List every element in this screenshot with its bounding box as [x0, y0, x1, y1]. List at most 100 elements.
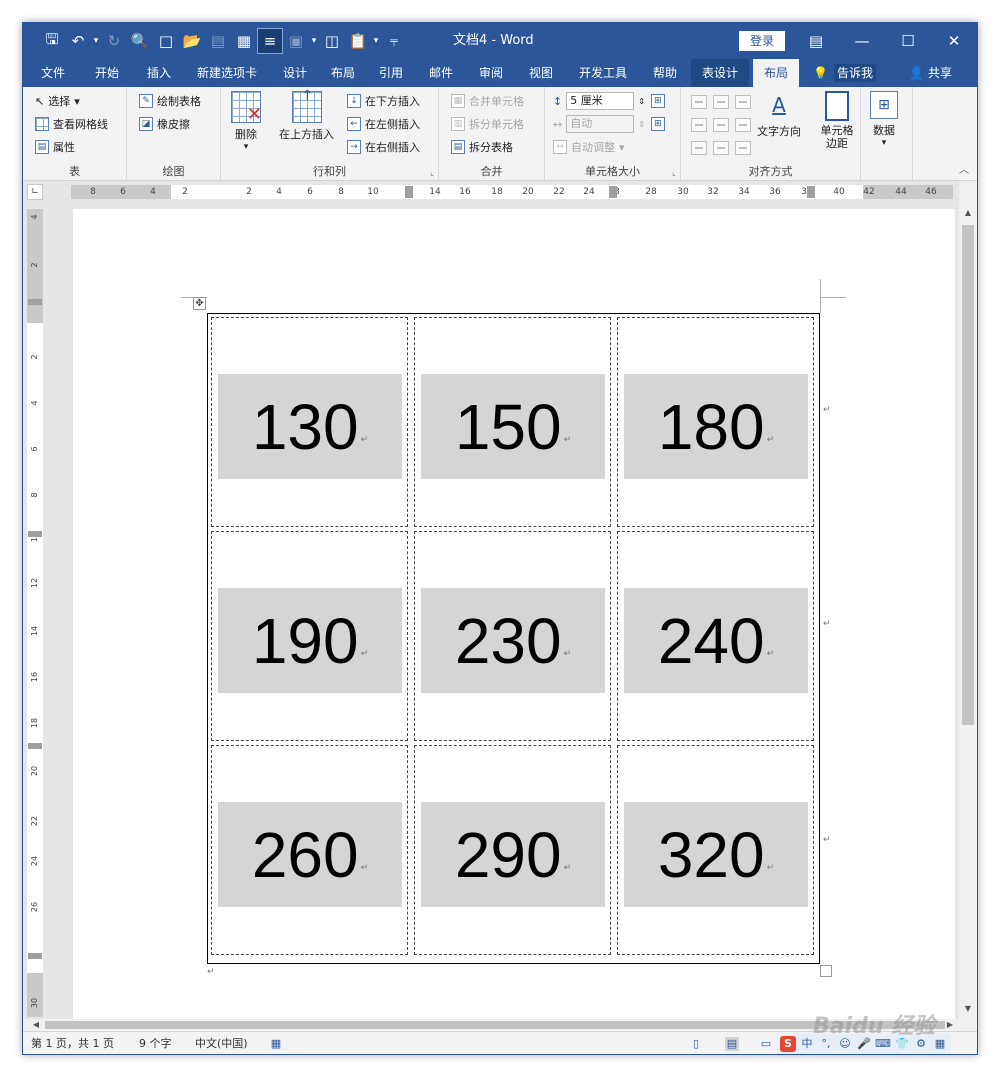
align-middle-center-icon[interactable] — [713, 118, 729, 132]
table-cell[interactable]: 320 ↵ — [617, 745, 814, 955]
open-icon[interactable]: 📂 — [179, 28, 205, 54]
vertical-scroll-thumb[interactable] — [962, 225, 974, 725]
print-preview-icon[interactable]: 🔍 — [127, 28, 153, 54]
macro-record-icon[interactable]: ▦ — [269, 1037, 283, 1051]
tab-home[interactable]: 开始 — [85, 59, 129, 87]
table-cell[interactable]: 150 ↵ — [414, 317, 611, 527]
print-layout-icon[interactable]: ▤ — [725, 1037, 739, 1051]
merge-cells-button[interactable]: ▦ 合并单元格 — [451, 91, 524, 111]
tab-help[interactable]: 帮助 — [643, 59, 687, 87]
table-cell[interactable]: 230 ↵ — [414, 531, 611, 741]
cell-shape[interactable]: 190 ↵ — [218, 588, 402, 693]
language-indicator[interactable]: 中文(中国) — [195, 1032, 248, 1054]
tell-me-box[interactable]: 💡 告诉我 — [813, 59, 876, 87]
cell-shape[interactable]: 290 ↵ — [421, 802, 605, 907]
image-icon[interactable]: ▣ — [283, 28, 309, 54]
ime-logo-icon[interactable]: S — [780, 1036, 796, 1052]
cell-shape[interactable]: 130 ↵ — [218, 374, 402, 479]
column-marker[interactable] — [405, 186, 413, 198]
image-dropdown-icon[interactable]: ▾ — [309, 36, 319, 46]
table-move-handle-icon[interactable]: ✥ — [193, 297, 206, 310]
dialog-launcher-icon[interactable]: ⌞ — [430, 168, 434, 177]
page-view-icon[interactable]: ≡ — [257, 28, 283, 54]
tab-mailings[interactable]: 邮件 — [419, 59, 463, 87]
row-marker[interactable] — [28, 531, 42, 537]
page-count[interactable]: 第 1 页，共 1 页 — [31, 1032, 114, 1054]
close-button[interactable]: ✕ — [931, 23, 977, 59]
spinner-icon[interactable]: ⇕ — [638, 97, 645, 106]
cell-margins-button[interactable]: 单元格 边距 — [815, 91, 859, 150]
save-icon[interactable]: 🖫 — [39, 28, 65, 54]
clipboard-icon[interactable]: ▤ — [205, 28, 231, 54]
align-bottom-right-icon[interactable] — [735, 141, 751, 155]
insert-right-button[interactable]: → 在右侧插入 — [347, 137, 420, 157]
cell-width-control[interactable]: ↔ 自动 ⇕ ⊞ — [553, 114, 665, 134]
table-cell[interactable]: 130 ↵ — [211, 317, 408, 527]
data-button[interactable]: ⊞ 数据 ▾ — [870, 91, 898, 148]
align-bottom-center-icon[interactable] — [713, 141, 729, 155]
column-marker[interactable] — [807, 186, 815, 198]
tab-selector-icon[interactable]: ∟ — [27, 184, 43, 200]
row-marker[interactable] — [28, 743, 42, 749]
spinner-icon[interactable]: ⇕ — [638, 120, 645, 129]
maximize-button[interactable]: ☐ — [885, 23, 931, 59]
page[interactable]: ✥ 130 ↵ 150 ↵ 180 ↵ 190 ↵ 230 ↵ 240 ↵ 26… — [73, 209, 955, 1019]
distribute-rows-icon[interactable]: ⊞ — [650, 94, 665, 108]
tab-table-layout[interactable]: 布局 — [753, 59, 799, 87]
minimize-button[interactable]: — — [839, 23, 885, 59]
align-top-right-icon[interactable] — [735, 95, 751, 109]
login-button[interactable]: 登录 — [739, 31, 785, 51]
table-cell[interactable]: 260 ↵ — [211, 745, 408, 955]
insert-above-button[interactable]: ↑ 在上方插入 — [279, 88, 334, 142]
table-cell[interactable]: 240 ↵ — [617, 531, 814, 741]
scroll-down-icon[interactable]: ▼ — [959, 1001, 977, 1017]
align-top-center-icon[interactable] — [713, 95, 729, 109]
undo-icon[interactable]: ↶ — [65, 28, 91, 54]
align-middle-right-icon[interactable] — [735, 118, 751, 132]
text-direction-button[interactable]: A 文字方向 — [757, 91, 801, 139]
paste-dropdown-icon[interactable]: ▾ — [371, 36, 381, 46]
row-marker[interactable] — [28, 953, 42, 959]
tab-design[interactable]: 设计 — [273, 59, 317, 87]
properties-button[interactable]: ▤ 属性 — [35, 137, 75, 157]
insert-left-button[interactable]: ← 在左侧插入 — [347, 114, 420, 134]
select-button[interactable]: ↖ 选择 ▾ — [35, 91, 80, 111]
ribbon-display-icon[interactable]: ▤ — [793, 23, 839, 59]
columns-icon[interactable]: ◫ — [319, 28, 345, 54]
tab-new-tab[interactable]: 新建选项卡 — [189, 59, 265, 87]
web-layout-icon[interactable]: ▭ — [759, 1037, 773, 1051]
cell-shape[interactable]: 150 ↵ — [421, 374, 605, 479]
collapse-ribbon-icon[interactable]: ︿ — [959, 161, 969, 176]
table-cell[interactable]: 190 ↵ — [211, 531, 408, 741]
cell-height-input[interactable]: 5 厘米 — [566, 92, 635, 110]
cell-shape[interactable]: 260 ↵ — [218, 802, 402, 907]
align-bottom-left-icon[interactable] — [691, 141, 707, 155]
delete-button[interactable]: ✕ 删除 ▾ — [231, 91, 262, 152]
customize-icon[interactable]: ⫧ — [381, 28, 407, 54]
data-table[interactable]: 130 ↵ 150 ↵ 180 ↵ 190 ↵ 230 ↵ 240 ↵ 260 … — [207, 313, 820, 964]
vertical-scrollbar[interactable]: ▲ ▼ — [959, 181, 977, 1019]
table-icon[interactable]: ▦ — [231, 28, 257, 54]
split-cells-button[interactable]: ▥ 拆分单元格 — [451, 114, 524, 134]
cell-shape[interactable]: 320 ↵ — [624, 802, 808, 907]
paste-icon[interactable]: 📋 — [345, 28, 371, 54]
cell-shape[interactable]: 240 ↵ — [624, 588, 808, 693]
read-mode-icon[interactable]: ▯ — [689, 1037, 703, 1051]
align-top-left-icon[interactable] — [691, 95, 707, 109]
undo-dropdown-icon[interactable]: ▾ — [91, 36, 101, 46]
table-cell[interactable]: 180 ↵ — [617, 317, 814, 527]
row-marker[interactable] — [28, 299, 42, 305]
scroll-up-icon[interactable]: ▲ — [959, 205, 977, 221]
tab-review[interactable]: 审阅 — [469, 59, 513, 87]
autofit-button[interactable]: ⇔ 自动调整 ▾ — [553, 137, 625, 157]
horizontal-scroll-thumb[interactable] — [45, 1021, 945, 1029]
redo-icon[interactable]: ↻ — [101, 28, 127, 54]
tab-insert[interactable]: 插入 — [137, 59, 181, 87]
table-cell[interactable]: 290 ↵ — [414, 745, 611, 955]
table-resize-handle[interactable] — [820, 965, 832, 977]
distribute-cols-icon[interactable]: ⊞ — [650, 117, 665, 131]
eraser-button[interactable]: ◪ 橡皮擦 — [139, 114, 190, 134]
cell-width-input[interactable]: 自动 — [566, 115, 635, 133]
tab-view[interactable]: 视图 — [519, 59, 563, 87]
tab-layout[interactable]: 布局 — [321, 59, 365, 87]
